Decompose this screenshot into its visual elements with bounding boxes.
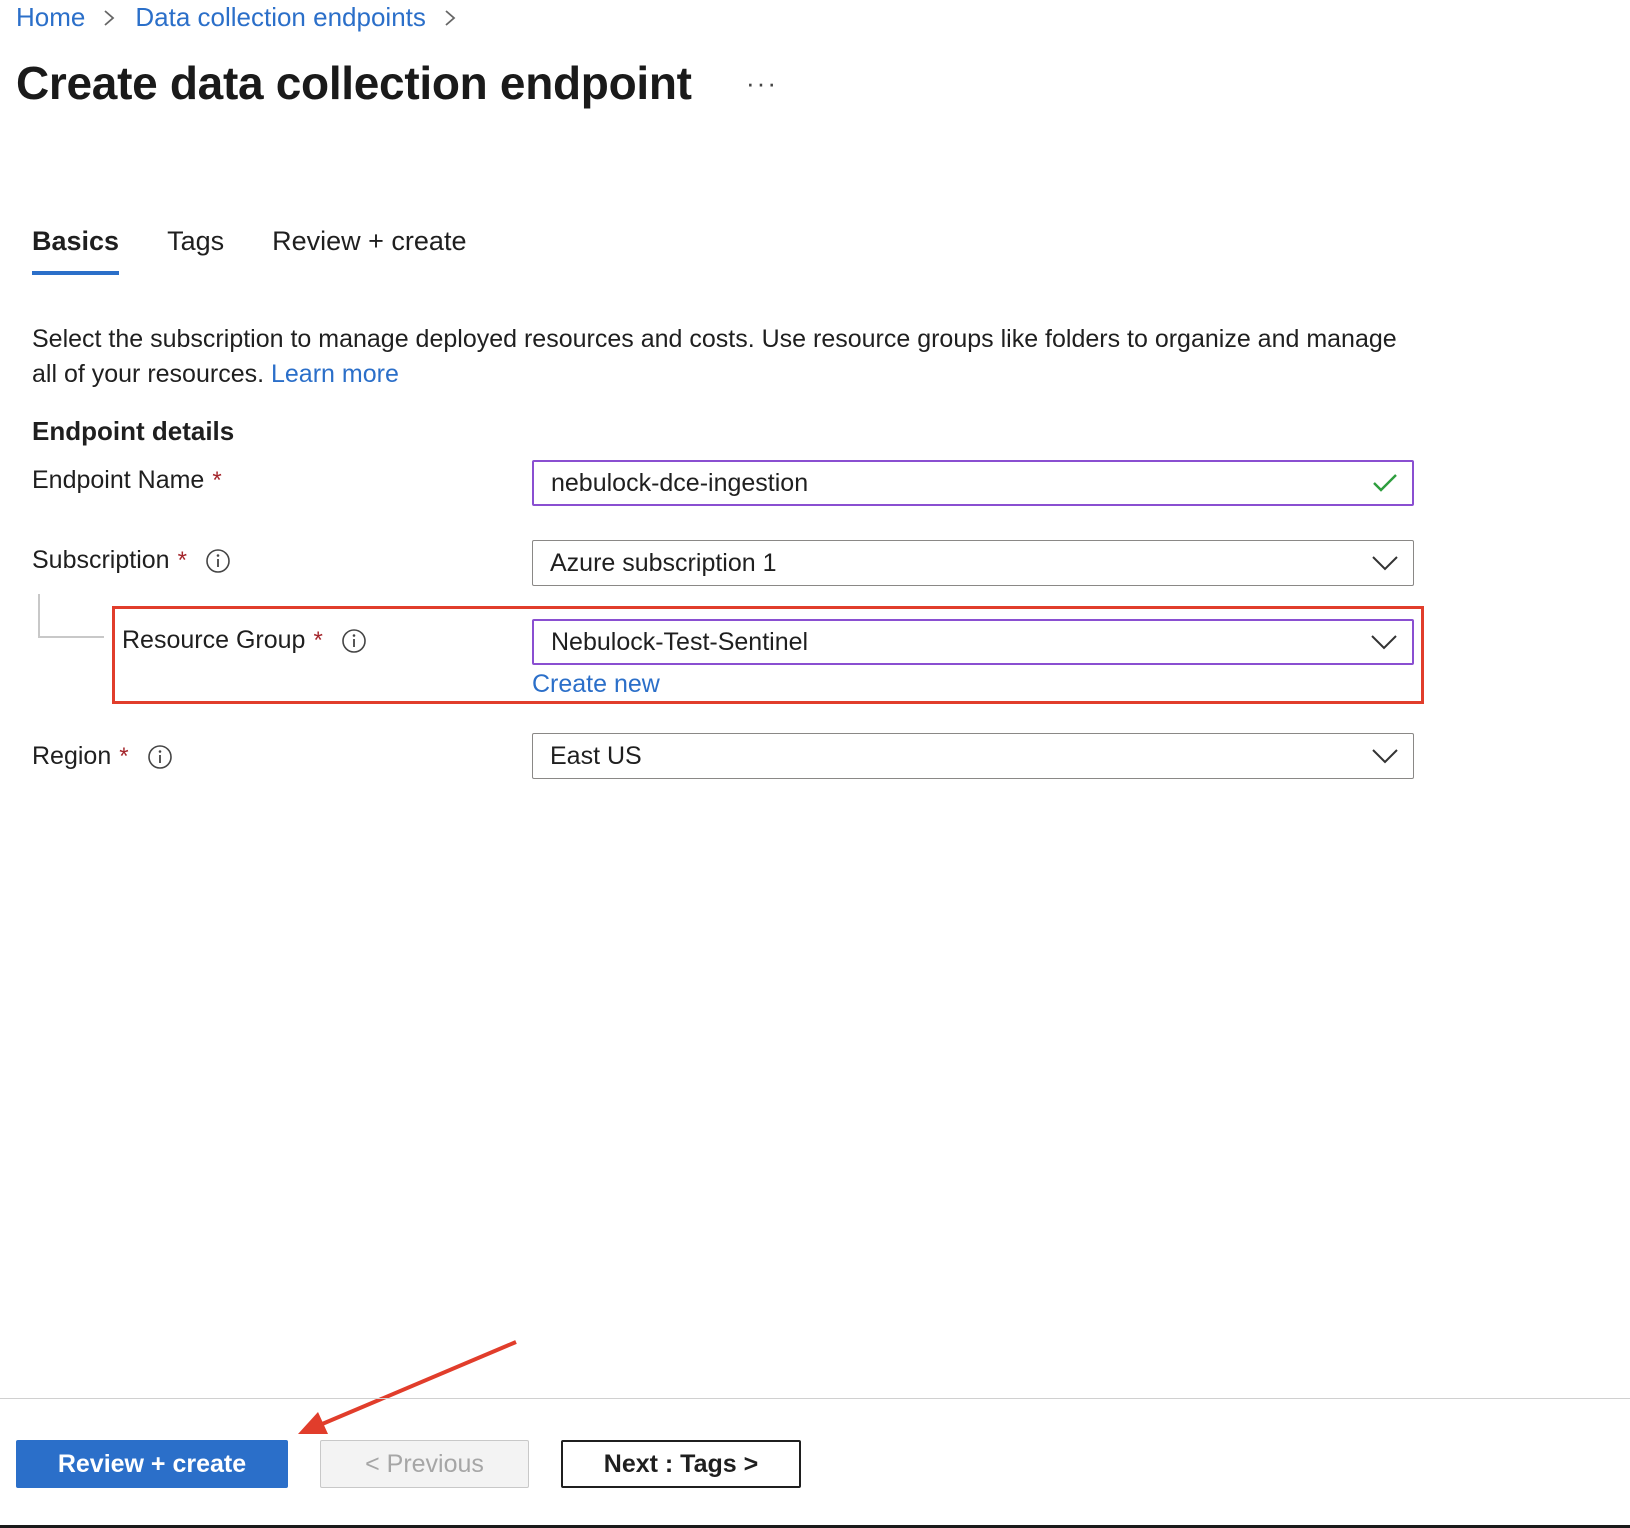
subscription-value: Azure subscription 1 <box>550 548 777 577</box>
learn-more-link[interactable]: Learn more <box>271 360 399 388</box>
endpoint-name-value: nebulock-dce-ingestion <box>551 468 809 497</box>
region-label-text: Region <box>32 742 112 770</box>
info-icon[interactable] <box>205 548 231 574</box>
required-marker: * <box>313 626 323 654</box>
subscription-label-text: Subscription <box>32 546 170 574</box>
chevron-down-icon <box>1371 635 1397 650</box>
tab-tags[interactable]: Tags <box>167 226 224 275</box>
tab-basics[interactable]: Basics <box>32 226 120 275</box>
endpoint-name-label: Endpoint Name * <box>32 466 222 495</box>
breadcrumb: Home Data collection endpoints <box>16 2 476 33</box>
chevron-down-icon <box>1372 749 1398 764</box>
tab-bar: Basics Tags Review + create <box>32 226 514 275</box>
region-value: East US <box>550 741 642 770</box>
breadcrumb-data-collection-endpoints-link[interactable]: Data collection endpoints <box>135 2 426 33</box>
region-dropdown[interactable]: East US <box>532 733 1414 779</box>
endpoint-name-input[interactable]: nebulock-dce-ingestion <box>532 460 1414 506</box>
subscription-label: Subscription * <box>32 546 231 575</box>
breadcrumb-home-link[interactable]: Home <box>16 2 85 33</box>
section-heading: Endpoint details <box>32 416 235 446</box>
resource-group-label: Resource Group * <box>122 626 367 655</box>
chevron-right-icon <box>104 9 115 26</box>
required-marker: * <box>119 742 129 770</box>
footer-divider <box>0 1398 1630 1399</box>
create-new-link[interactable]: Create new <box>532 670 660 699</box>
required-marker: * <box>212 466 222 494</box>
subscription-dropdown[interactable]: Azure subscription 1 <box>532 540 1414 586</box>
tab-review-create[interactable]: Review + create <box>272 226 466 275</box>
region-label: Region * <box>32 742 173 771</box>
page-title: Create data collection endpoint <box>16 57 692 109</box>
description: Select the subscription to manage deploy… <box>32 322 1412 392</box>
next-tags-button[interactable]: Next : Tags > <box>561 1440 801 1488</box>
resource-group-value: Nebulock-Test-Sentinel <box>551 627 809 656</box>
page: Home Data collection endpoints Create da… <box>0 0 1630 1528</box>
required-marker: * <box>177 546 187 574</box>
info-icon[interactable] <box>341 628 367 654</box>
chevron-down-icon <box>1372 556 1398 571</box>
previous-button[interactable]: < Previous <box>320 1440 529 1488</box>
resource-group-dropdown[interactable]: Nebulock-Test-Sentinel <box>532 619 1414 665</box>
review-create-button[interactable]: Review + create <box>16 1440 288 1488</box>
resource-group-label-text: Resource Group <box>122 626 306 654</box>
tree-connector <box>38 594 104 638</box>
more-options-button[interactable]: ··· <box>746 68 778 99</box>
info-icon[interactable] <box>147 744 173 770</box>
endpoint-name-label-text: Endpoint Name <box>32 466 205 494</box>
chevron-right-icon <box>445 9 456 26</box>
annotation-arrow-icon <box>298 1340 517 1434</box>
description-text: Select the subscription to manage deploy… <box>32 325 1397 388</box>
checkmark-icon <box>1373 474 1397 492</box>
